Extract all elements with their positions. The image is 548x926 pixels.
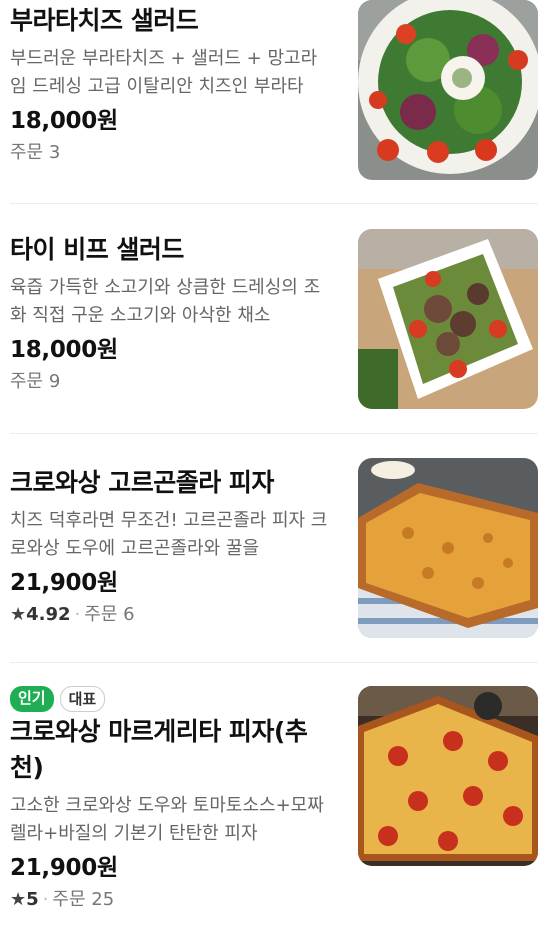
menu-item-price: 21,900원 (10, 570, 118, 596)
orders-count: 9 (48, 371, 61, 392)
menu-item-price: 21,900원 (10, 855, 118, 881)
menu-item-price: 18,000원 (10, 108, 118, 134)
gorgonzola-pizza-image (358, 458, 538, 638)
orders-label: 주문 (84, 604, 118, 625)
beef-salad-image (358, 229, 538, 409)
menu-item-info: 인기 대표 크로와상 마르게리타 피자(추천) 고소한 크로와상 도우와 토마토… (10, 686, 332, 914)
star-icon: ★ (10, 604, 27, 625)
menu-item-title: 크로와상 마르게리타 피자(추천) (10, 717, 308, 782)
rating-value: 5 (26, 889, 39, 910)
menu-item-description: 부드러운 부라타치즈 + 샐러드 + 망고라임 드레싱 고급 이탈리안 치즈인 … (10, 48, 318, 97)
menu-item-info: 부라타치즈 샐러드 부드러운 부라타치즈 + 샐러드 + 망고라임 드레싱 고급… (10, 3, 332, 167)
meta-dot: · (42, 889, 49, 910)
menu-item[interactable]: 부라타치즈 샐러드 부드러운 부라타치즈 + 샐러드 + 망고라임 드레싱 고급… (10, 0, 538, 180)
menu-item-description: 치즈 덕후라면 무조건! 고르곤졸라 피자 크로와상 도우에 고르곤졸라와 꿀을 (10, 510, 328, 559)
menu-item-meta: ★4.92 · 주문 6 (10, 601, 332, 629)
menu-item-meta: ★5 · 주문 25 (10, 886, 332, 914)
orders-count: 3 (48, 142, 61, 163)
menu-item-title: 크로와상 고르곤졸라 피자 (10, 468, 274, 497)
menu-item-title: 부라타치즈 샐러드 (10, 6, 199, 35)
orders-label: 주문 (10, 142, 44, 163)
menu-item-meta: 주문 9 (10, 368, 332, 396)
gorgonzola-pizza-photo[interactable] (358, 458, 538, 638)
menu-item-description: 고소한 크로와상 도우와 토마토소스+모짜렐라+바질의 기본기 탄탄한 피자 (10, 795, 324, 844)
separator (10, 433, 538, 434)
burrata-salad-image (358, 0, 538, 180)
meta-dot: · (74, 604, 81, 625)
menu-item-info: 타이 비프 샐러드 육즙 가득한 소고기와 상큼한 드레싱의 조화 직접 구운 … (10, 232, 332, 396)
beef-salad-photo[interactable] (358, 229, 538, 409)
orders-count: 25 (91, 889, 115, 910)
menu-item-meta: 주문 3 (10, 139, 332, 167)
margherita-pizza-image (358, 686, 538, 866)
popular-badge: 인기 (10, 686, 54, 712)
orders-count: 6 (123, 604, 135, 625)
orders-label: 주문 (52, 889, 86, 910)
burrata-salad-photo[interactable] (358, 0, 538, 180)
menu-item[interactable]: 타이 비프 샐러드 육즙 가득한 소고기와 상큼한 드레싱의 조화 직접 구운 … (10, 229, 538, 409)
menu-item-description: 육즙 가득한 소고기와 상큼한 드레싱의 조화 직접 구운 소고기와 아삭한 채… (10, 277, 321, 326)
menu-item-title: 타이 비프 샐러드 (10, 235, 184, 264)
star-icon: ★ (10, 889, 27, 910)
menu-item-info: 크로와상 고르곤졸라 피자 치즈 덕후라면 무조건! 고르곤졸라 피자 크로와상… (10, 465, 332, 629)
menu-item[interactable]: 크로와상 고르곤졸라 피자 치즈 덕후라면 무조건! 고르곤졸라 피자 크로와상… (10, 458, 538, 638)
rating-value: 4.92 (26, 604, 71, 625)
separator (10, 203, 538, 204)
margherita-pizza-photo[interactable] (358, 686, 538, 866)
badge-group: 인기 대표 (10, 686, 332, 712)
orders-label: 주문 (10, 371, 44, 392)
menu-item[interactable]: 인기 대표 크로와상 마르게리타 피자(추천) 고소한 크로와상 도우와 토마토… (10, 686, 538, 926)
separator (10, 662, 538, 663)
menu-item-price: 18,000원 (10, 337, 118, 363)
representative-badge: 대표 (59, 686, 106, 712)
